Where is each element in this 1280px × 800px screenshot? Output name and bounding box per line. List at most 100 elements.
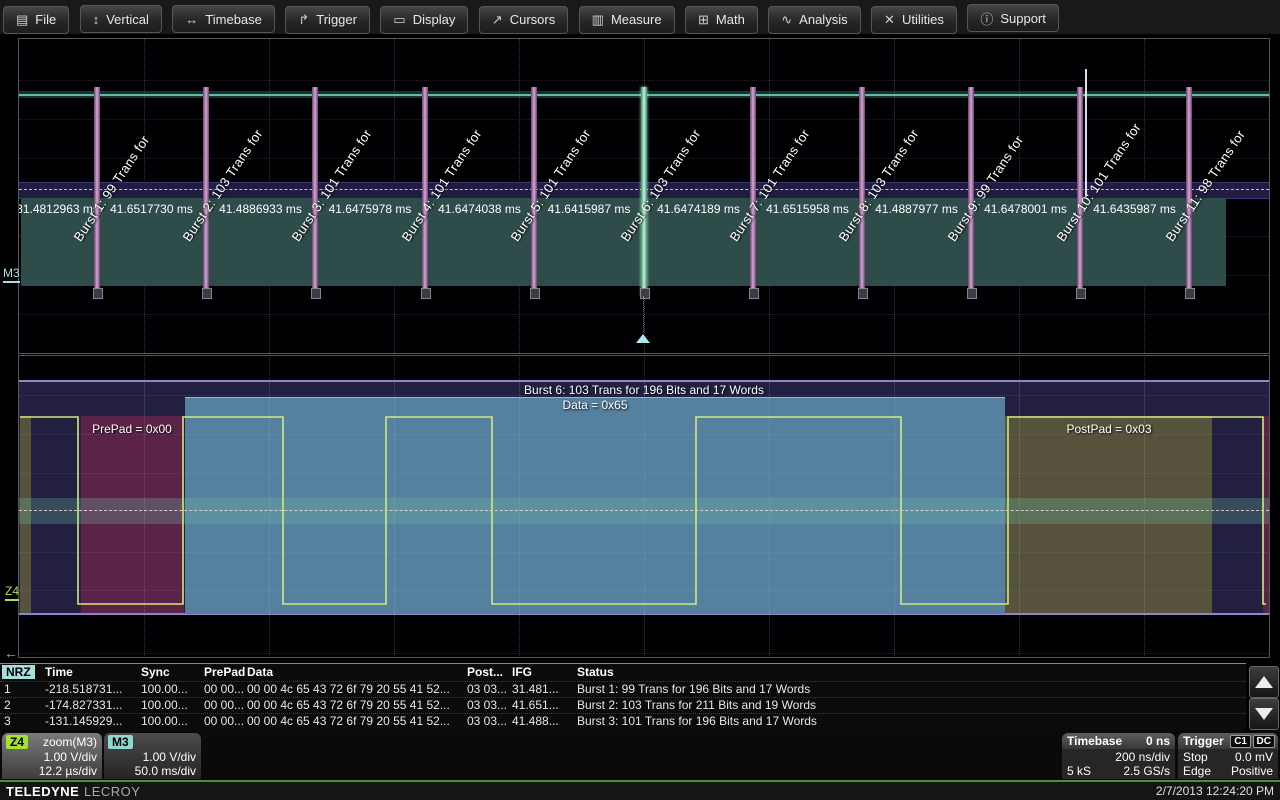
gridline [19, 80, 1269, 81]
menu-file[interactable]: ▤ File [3, 6, 69, 34]
timebase-samples: 5 kS [1067, 764, 1091, 778]
display-icon: ▭ [393, 12, 405, 28]
gridline [19, 653, 1269, 654]
prepad-annotation: PrePad = 0x00 [92, 422, 172, 436]
trigger-type: Edge [1183, 764, 1211, 778]
interval-value: 41.6515958 ms [756, 198, 859, 219]
z4-vdiv: 1.00 V/div [44, 750, 97, 764]
z4-title: zoom(M3) [43, 735, 97, 749]
interval-value: 41.4887977 ms [865, 198, 968, 219]
scroll-up-button[interactable] [1249, 666, 1279, 698]
marker-cap [530, 288, 540, 299]
menu-display-label: Display [413, 12, 456, 27]
col-header-data[interactable]: Data [247, 665, 273, 679]
cursors-icon: ↗ [492, 12, 503, 28]
menu-analysis[interactable]: ∿Analysis [768, 6, 860, 34]
menu-vertical[interactable]: ↕Vertical [80, 5, 162, 33]
level-dashed-line [19, 510, 1269, 511]
scroll-down-icon [1255, 708, 1273, 720]
interval-value: 41.6415987 ms [537, 198, 641, 219]
timebase-tdiv: 200 ns/div [1115, 750, 1170, 764]
file-icon: ▤ [16, 12, 28, 28]
timebase-offset: 0 ns [1146, 734, 1170, 748]
menu-measure[interactable]: ▥Measure [579, 6, 675, 34]
trigger-slope: Positive [1231, 764, 1273, 778]
gridline [19, 314, 1269, 315]
z4-badge: Z4 [6, 735, 28, 749]
menu-file-label: File [35, 12, 56, 27]
menu-display[interactable]: ▭ Display [380, 6, 468, 34]
col-header-status[interactable]: Status [577, 665, 614, 679]
marker-cap [202, 288, 212, 299]
cell-ifg: 31.481... [512, 682, 559, 696]
z4-trace-label[interactable]: Z4 [5, 584, 19, 601]
menu-utilities[interactable]: ✕Utilities [871, 6, 957, 34]
m3-badge: M3 [108, 735, 133, 749]
menu-math-label: Math [716, 12, 745, 27]
col-header-sync[interactable]: Sync [141, 665, 170, 679]
math-icon: ⊞ [698, 12, 709, 28]
col-header-post[interactable]: Post... [467, 665, 503, 679]
col-header-ifg[interactable]: IFG [512, 665, 532, 679]
timebase-title: Timebase [1067, 734, 1122, 748]
pan-left-arrow-icon[interactable]: ← [4, 645, 18, 661]
trigger-title: Trigger [1183, 734, 1224, 748]
m3-channel-label[interactable]: M3 [3, 266, 20, 283]
table-row[interactable]: 3 -131.145929... 100.00... 00 00... 00 0… [0, 714, 1246, 730]
cell-data: 00 00 4c 65 43 72 6f 79 20 55 41 52... [247, 698, 450, 712]
clock: 2/7/2013 12:24:20 PM [1156, 784, 1274, 798]
col-header-time[interactable]: Time [45, 665, 73, 679]
gridline [19, 473, 1269, 474]
trigger-mode: Stop [1183, 750, 1208, 764]
menu-support[interactable]: ⓘ Support [967, 4, 1059, 32]
cell-sync: 100.00... [141, 698, 188, 712]
zoom-waveform-panel: Burst 6: 103 Trans for 196 Bits and 17 W… [18, 355, 1270, 658]
timebase-descriptor-box[interactable]: Timebase 0 ns 200 ns/div 5 kS 2.5 GS/s [1062, 733, 1175, 779]
menu-support-label: Support [1000, 11, 1046, 26]
interval-value: 41.6475978 ms [318, 198, 422, 219]
cell-nrz: 2 [4, 698, 11, 712]
m3-vdiv: 1.00 V/div [143, 750, 196, 764]
trigger-icon: ↱ [298, 12, 309, 28]
z4-descriptor-box[interactable]: Z4 zoom(M3) 1.00 V/div 12.2 µs/div [2, 733, 102, 779]
menu-timebase-label: Timebase [205, 12, 262, 27]
brand-teledyne: TELEDYNE [6, 784, 79, 799]
interval-value: 41.6435987 ms [1083, 198, 1186, 219]
trigger-descriptor-box[interactable]: Trigger C1 DC Stop 0.0 mV Edge Positive [1178, 733, 1278, 779]
marker-cap [1076, 288, 1086, 299]
menu-trigger[interactable]: ↱Trigger [285, 6, 370, 34]
marker-cap [858, 288, 868, 299]
cell-prepad: 00 00... [204, 714, 244, 728]
z4-tdiv: 12.2 µs/div [39, 764, 97, 778]
cell-nrz: 1 [4, 682, 11, 696]
data-value-annotation: Data = 0x65 [562, 398, 627, 412]
cell-ifg: 41.651... [512, 698, 559, 712]
menu-math[interactable]: ⊞ Math [685, 6, 758, 34]
menu-timebase[interactable]: ↔ Timebase [172, 5, 275, 33]
menu-vertical-label: Vertical [106, 12, 149, 27]
level-band [19, 498, 1269, 524]
col-header-prepad[interactable]: PrePad [204, 665, 245, 679]
cursor-line[interactable] [1085, 69, 1087, 197]
table-row[interactable]: 2 -174.827331... 100.00... 00 00... 00 0… [0, 698, 1246, 714]
m3-descriptor-box[interactable]: M3 1.00 V/div 50.0 ms/div [104, 733, 201, 779]
cell-post: 03 03... [467, 698, 507, 712]
col-header-nrz[interactable]: NRZ [2, 665, 35, 679]
trigger-coupling-badge: DC [1253, 735, 1275, 748]
support-icon: ⓘ [980, 9, 993, 28]
table-row[interactable]: 1 -218.518731... 100.00... 00 00... 00 0… [0, 682, 1246, 698]
timebase-icon: ↔ [185, 12, 198, 27]
scroll-down-button[interactable] [1249, 698, 1279, 730]
cell-status: Burst 3: 101 Trans for 196 Bits and 17 W… [577, 714, 817, 728]
menu-bar: ▤ File ↕Vertical ↔ Timebase ↱Trigger ▭ Disp… [0, 0, 1280, 34]
footer-bar: TELEDYNE LECROY 2/7/2013 12:24:20 PM [0, 782, 1280, 800]
interval-value: 41.6478001 ms [974, 198, 1077, 219]
cell-post: 03 03... [467, 682, 507, 696]
cell-sync: 100.00... [141, 682, 188, 696]
menu-cursors[interactable]: ↗Cursors [479, 6, 568, 34]
marker-cap [93, 288, 103, 299]
interval-value: 41.6474189 ms [647, 198, 750, 219]
cell-time: -174.827331... [45, 698, 122, 712]
cell-post: 03 03... [467, 714, 507, 728]
cell-ifg: 41.488... [512, 714, 559, 728]
